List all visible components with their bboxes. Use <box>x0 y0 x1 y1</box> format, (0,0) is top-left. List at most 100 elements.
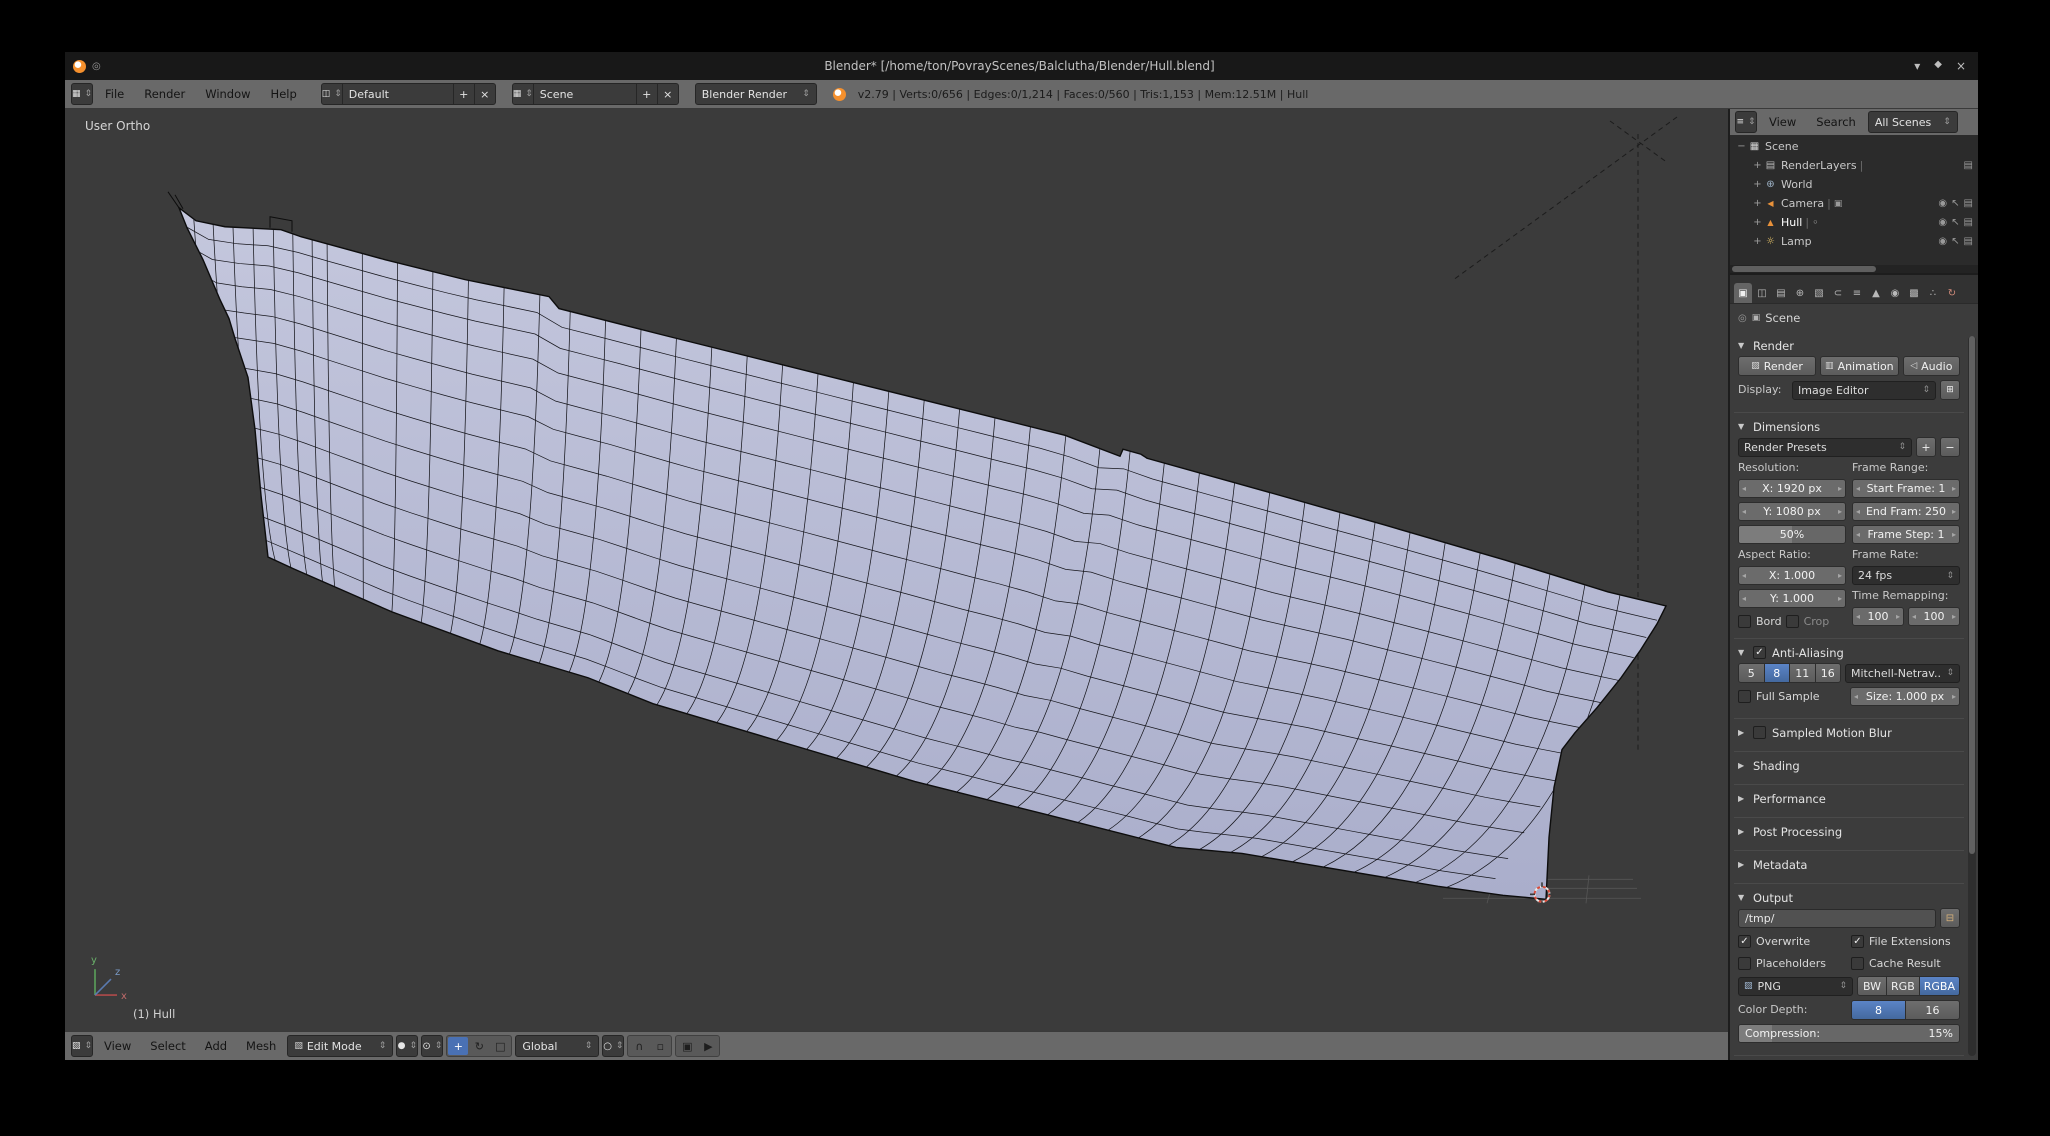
snap-magnet-icon[interactable]: ∩ <box>629 1037 649 1055</box>
viewport-shading-selector[interactable]: ●⇕ <box>396 1035 418 1057</box>
expand-toggle-icon[interactable]: + <box>1752 217 1763 228</box>
scene-name[interactable]: Scene <box>533 83 637 105</box>
maximize-button[interactable]: ◆ <box>1934 59 1942 73</box>
visibility-eye-icon[interactable]: ◉ <box>1938 236 1947 247</box>
panel-sampled-motion-blur-header[interactable]: ▶ Sampled Motion Blur <box>1736 722 1962 743</box>
menu-render[interactable]: Render <box>136 81 193 107</box>
compression-slider[interactable]: Compression: 15% <box>1738 1024 1960 1043</box>
preset-remove-button[interactable]: − <box>1940 437 1960 457</box>
color-mode-bw-button[interactable]: BW <box>1857 976 1887 996</box>
collapse-arrow-icon[interactable]: ▼ <box>1738 648 1747 657</box>
collapse-arrow-icon[interactable]: ▶ <box>1738 728 1747 737</box>
antialiasing-checkbox[interactable]: ✓ <box>1753 646 1766 659</box>
end-frame-field[interactable]: End Fram: 250 <box>1852 502 1960 521</box>
transform-orientation-selector[interactable]: Global⇕ <box>515 1035 599 1057</box>
viewport-menu-add[interactable]: Add <box>197 1033 235 1059</box>
file-extensions-checkbox[interactable]: ✓File Extensions <box>1851 932 1960 950</box>
resolution-x-field[interactable]: X: 1920 px <box>1738 479 1846 498</box>
scene-add-button[interactable]: + <box>636 83 658 105</box>
renderlayer-render-toggle-icon[interactable]: ▤ <box>1964 160 1973 171</box>
outliner-editor-type-icon[interactable]: ≡⇕ <box>1735 111 1757 133</box>
remap-new-field[interactable]: 100 <box>1908 607 1960 626</box>
minimize-button[interactable]: ▾ <box>1914 59 1920 73</box>
visibility-eye-icon[interactable]: ◉ <box>1938 198 1947 209</box>
aa-sample-5-button[interactable]: 5 <box>1738 663 1765 683</box>
tab-material-icon[interactable]: ◉ <box>1886 283 1904 303</box>
aa-filter-selector[interactable]: Mitchell-Netrav..⇕ <box>1845 664 1960 683</box>
collapse-arrow-icon[interactable]: ▶ <box>1738 827 1747 836</box>
expand-toggle-icon[interactable]: + <box>1752 236 1763 247</box>
motion-blur-checkbox[interactable] <box>1753 726 1766 739</box>
viewport-editor-type-icon[interactable]: ▧⇕ <box>71 1035 93 1057</box>
tab-world-icon[interactable]: ⊕ <box>1791 283 1809 303</box>
outliner-horizontal-scrollbar[interactable] <box>1730 265 1978 273</box>
tab-constraints-icon[interactable]: ⊂ <box>1829 283 1847 303</box>
color-mode-rgba-button[interactable]: RGBA <box>1919 976 1960 996</box>
scene-browse-icon[interactable]: ▦⇕ <box>512 83 534 105</box>
close-button[interactable]: × <box>1956 59 1966 73</box>
color-mode-rgb-button[interactable]: RGB <box>1886 976 1920 996</box>
panel-performance-header[interactable]: ▶ Performance <box>1736 788 1962 809</box>
render-button[interactable]: ▨Render <box>1738 356 1816 376</box>
collapse-arrow-icon[interactable]: ▶ <box>1738 761 1747 770</box>
folder-browse-icon[interactable]: ⊟ <box>1940 908 1960 928</box>
pin-icon[interactable]: ◎ <box>1738 313 1747 324</box>
color-depth-8-button[interactable]: 8 <box>1851 1000 1906 1020</box>
tab-data-icon[interactable]: ▲ <box>1867 283 1885 303</box>
aa-sample-11-button[interactable]: 11 <box>1789 663 1816 683</box>
outliner-menu-view[interactable]: View <box>1761 109 1804 135</box>
screen-delete-button[interactable]: × <box>474 83 496 105</box>
panel-dimensions-header[interactable]: ▼ Dimensions <box>1736 416 1962 437</box>
scene-delete-button[interactable]: × <box>657 83 679 105</box>
audio-button[interactable]: ◁Audio <box>1903 356 1960 376</box>
expand-toggle-icon[interactable]: + <box>1752 160 1763 171</box>
panel-render-header[interactable]: ▼ Render <box>1736 335 1962 356</box>
outliner-menu-search[interactable]: Search <box>1808 109 1864 135</box>
aspect-y-field[interactable]: Y: 1.000 <box>1738 589 1846 608</box>
file-format-selector[interactable]: ▨PNG⇕ <box>1738 977 1853 996</box>
tab-modifiers-icon[interactable]: ≡ <box>1848 283 1866 303</box>
tab-physics-icon[interactable]: ↻ <box>1943 283 1961 303</box>
rotate-manipulator-icon[interactable]: ↻ <box>469 1037 489 1055</box>
tab-render-layers-icon[interactable]: ▤ <box>1772 283 1790 303</box>
outliner-item-camera[interactable]: + ◀ Camera | ▣ ◉ ↖ ▤ <box>1730 194 1978 213</box>
color-depth-16-button[interactable]: 16 <box>1905 1000 1960 1020</box>
collapse-arrow-icon[interactable]: ▶ <box>1738 794 1747 803</box>
scale-manipulator-icon[interactable]: □ <box>490 1037 510 1055</box>
menu-window[interactable]: Window <box>197 81 258 107</box>
panel-shading-header[interactable]: ▶ Shading <box>1736 755 1962 776</box>
outliner-item-world[interactable]: + ⊕ World <box>1730 175 1978 194</box>
properties-scrollbar[interactable] <box>1968 336 1976 1056</box>
outliner-item-hull[interactable]: + ▲ Hull | ◦ ◉ ↖ ▤ <box>1730 213 1978 232</box>
expand-toggle-icon[interactable]: + <box>1752 198 1763 209</box>
resolution-y-field[interactable]: Y: 1080 px <box>1738 502 1846 521</box>
renderability-camera-icon[interactable]: ▤ <box>1964 236 1973 247</box>
info-editor-type-icon[interactable]: ▦⇕ <box>71 83 93 105</box>
frame-step-field[interactable]: Frame Step: 1 <box>1852 525 1960 544</box>
opengl-render-anim-icon[interactable]: ▶ <box>698 1037 718 1055</box>
placeholders-checkbox[interactable]: Placeholders <box>1738 954 1847 972</box>
translate-manipulator-icon[interactable]: + <box>448 1037 468 1055</box>
tab-particles-icon[interactable]: ∴ <box>1924 283 1942 303</box>
render-presets-selector[interactable]: Render Presets⇕ <box>1738 438 1912 457</box>
panel-antialiasing-header[interactable]: ▼ ✓ Anti-Aliasing <box>1736 642 1962 663</box>
title-bar[interactable]: ◎ Blender* [/home/ton/PovrayScenes/Balcl… <box>65 52 1978 80</box>
preset-add-button[interactable]: + <box>1916 437 1936 457</box>
frame-rate-selector[interactable]: 24 fps⇕ <box>1852 566 1960 585</box>
outliner-item-lamp[interactable]: + ☼ Lamp ◉ ↖ ▤ <box>1730 232 1978 251</box>
collapse-arrow-icon[interactable]: ▼ <box>1738 422 1747 431</box>
proportional-edit-icon[interactable]: ○⇕ <box>602 1035 624 1057</box>
pivot-point-selector[interactable]: ⊙⇕ <box>421 1035 443 1057</box>
panel-output-header[interactable]: ▼ Output <box>1736 887 1962 908</box>
screen-add-button[interactable]: + <box>453 83 475 105</box>
outliner-filter-selector[interactable]: All Scenes⇕ <box>1868 111 1958 133</box>
panel-bake-header[interactable]: ▶ Bake <box>1736 1059 1962 1060</box>
snap-element-icon[interactable]: ▫ <box>650 1037 670 1055</box>
aa-sample-16-button[interactable]: 16 <box>1815 663 1842 683</box>
crop-checkbox[interactable]: Crop <box>1786 612 1830 630</box>
outliner-item-scene[interactable]: − ▦ Scene <box>1730 137 1978 156</box>
tab-texture-icon[interactable]: ▩ <box>1905 283 1923 303</box>
start-frame-field[interactable]: Start Frame: 1 <box>1852 479 1960 498</box>
menu-file[interactable]: File <box>97 81 132 107</box>
remap-old-field[interactable]: 100 <box>1852 607 1904 626</box>
